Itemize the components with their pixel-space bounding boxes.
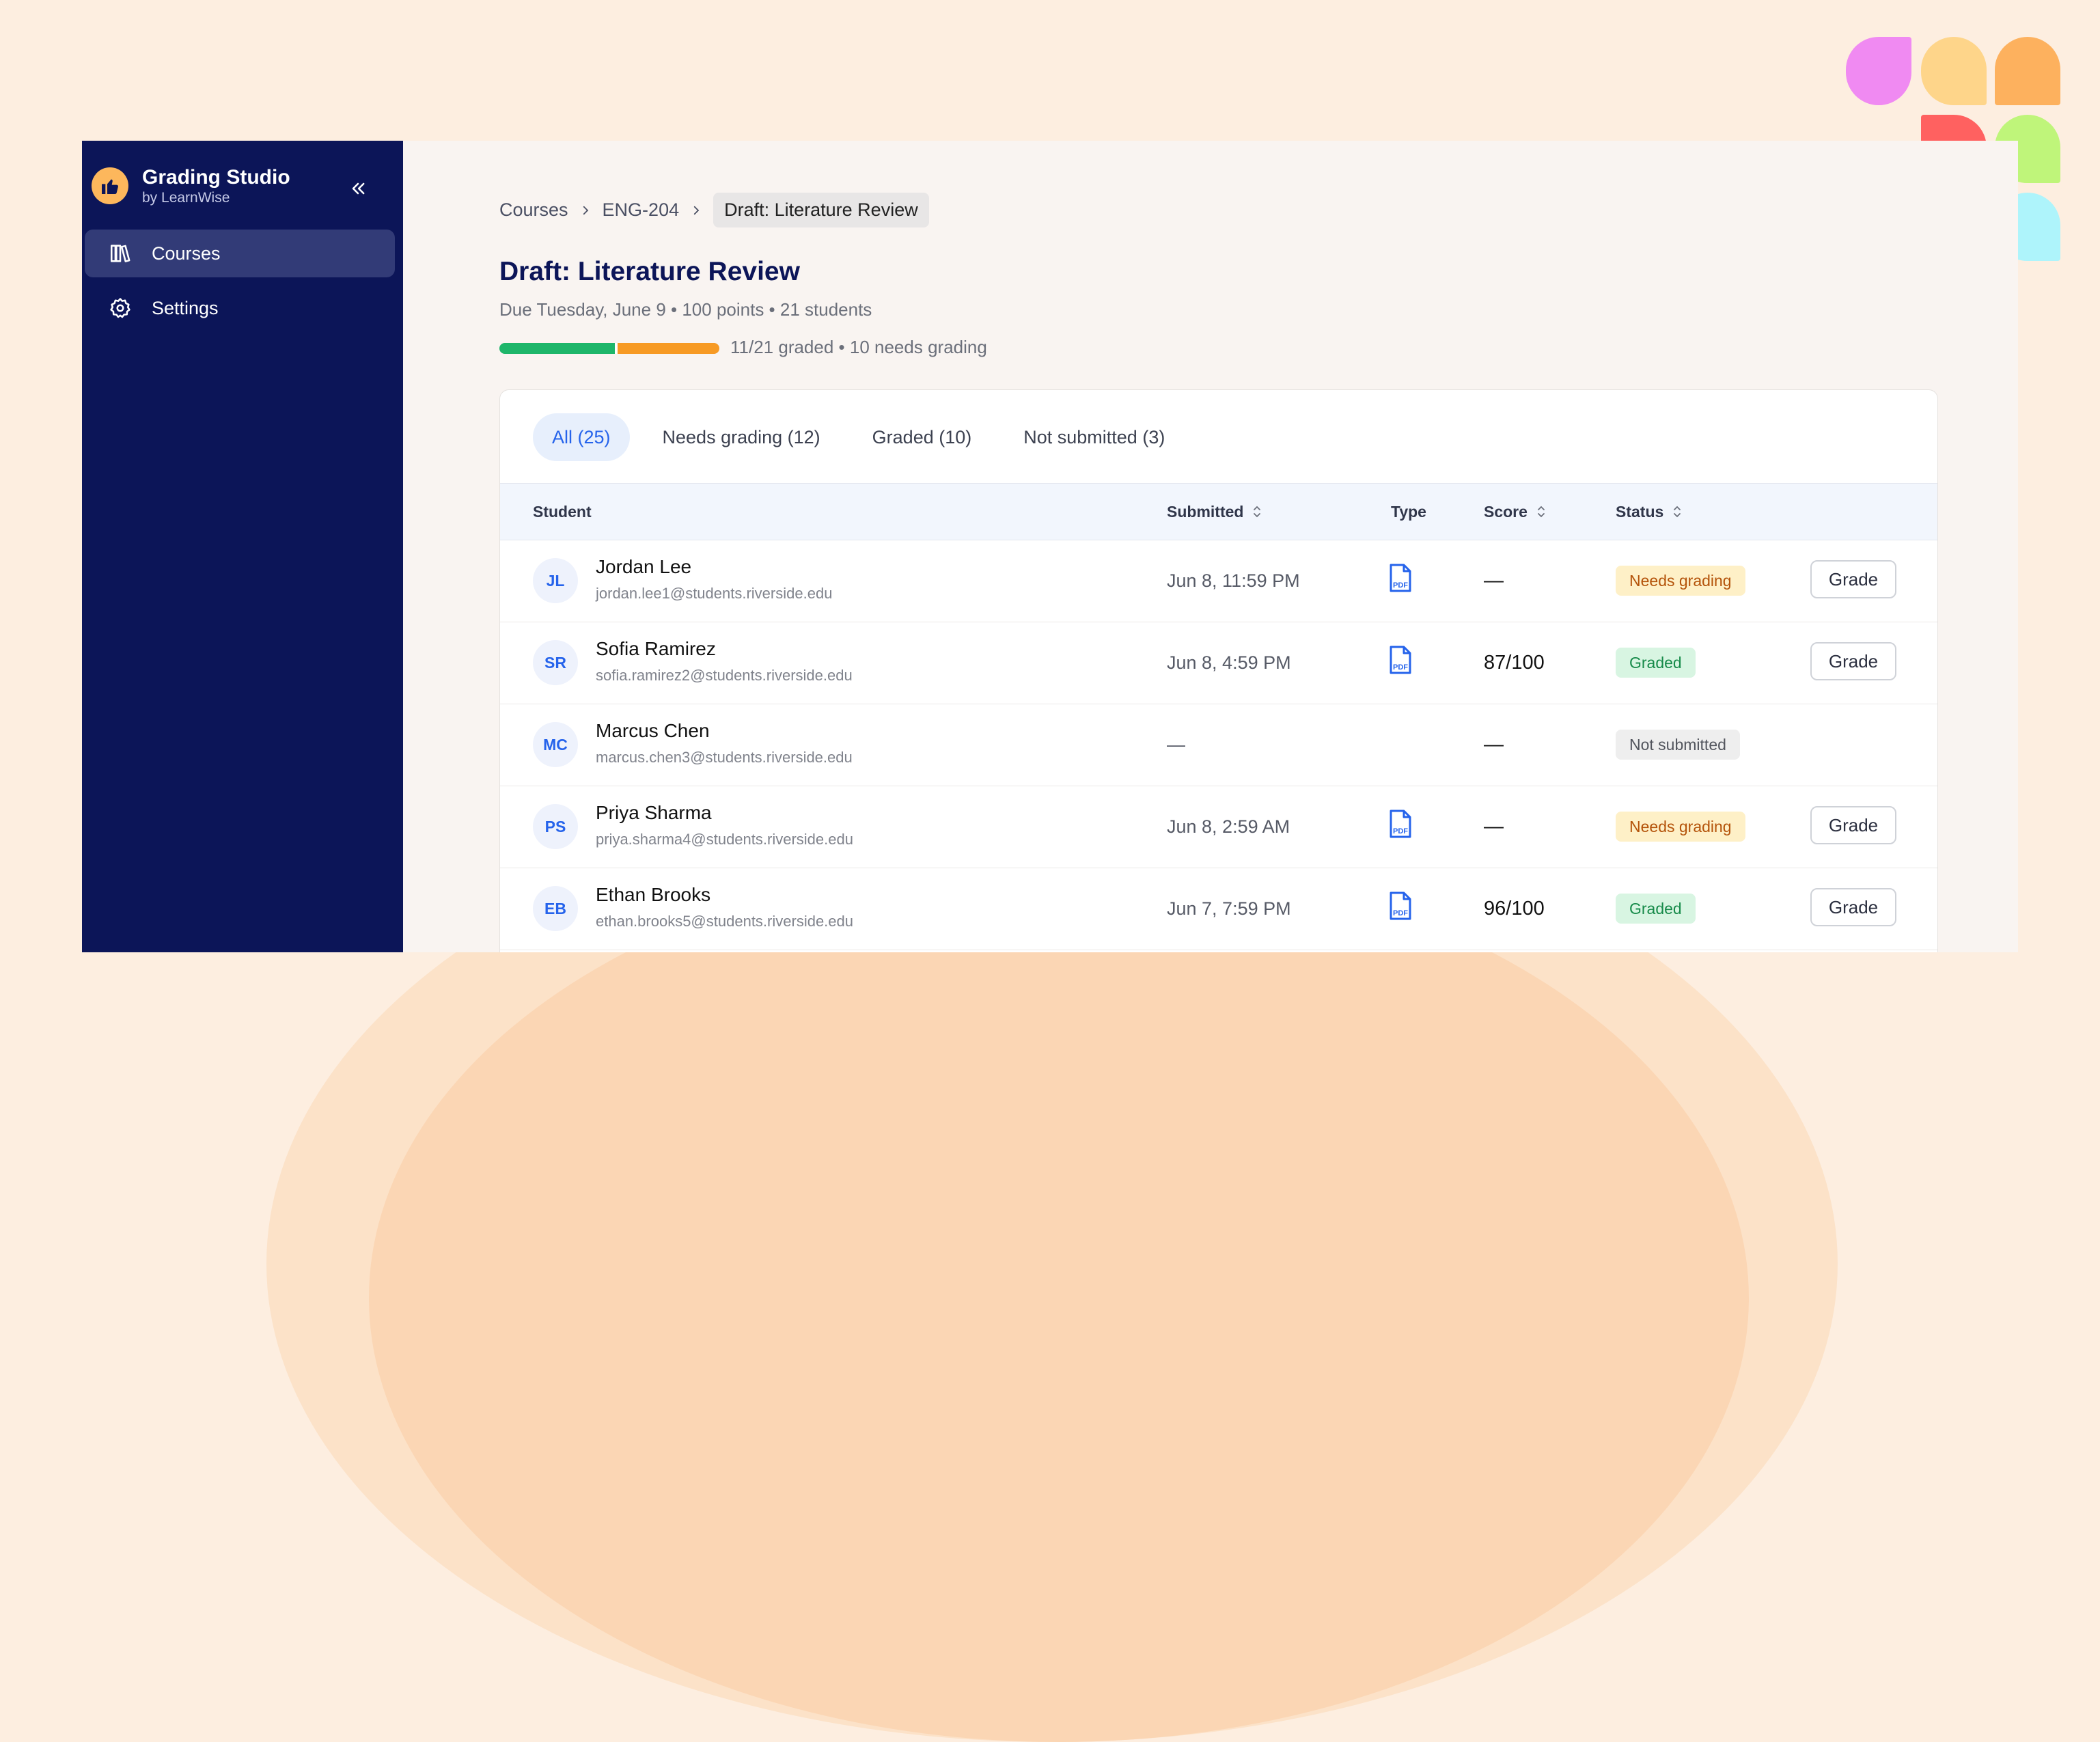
score: 96/100: [1484, 897, 1545, 920]
submitted-time: Jun 8, 2:59 AM: [1167, 816, 1290, 837]
table-row[interactable]: PS Priya Sharma priya.sharma4@students.r…: [500, 786, 1937, 868]
progress-text: 11/21 graded • 10 needs grading: [730, 337, 987, 357]
sort-icon: [1252, 504, 1262, 519]
svg-text:PDF: PDF: [1393, 663, 1408, 672]
sort-icon: [1536, 504, 1547, 519]
decor-petal-orange: [1995, 37, 2060, 105]
chevron-right-icon: [579, 204, 592, 217]
status-badge: Graded: [1616, 648, 1696, 678]
collapse-sidebar-button[interactable]: [342, 172, 374, 205]
decor-petal-yellow: [1921, 37, 1987, 105]
column-label: Status: [1616, 502, 1664, 521]
score: —: [1484, 569, 1504, 592]
table-header: Student Submitted Type Score Status: [500, 483, 1937, 540]
status-badge: Needs grading: [1616, 566, 1745, 596]
student-name: Jordan Lee: [596, 556, 692, 577]
table-row[interactable]: JL Jordan Lee jordan.lee1@students.river…: [500, 540, 1937, 622]
main-content: Courses ENG-204 Draft: Literature Review…: [403, 141, 2018, 952]
score: 87/100: [1484, 651, 1545, 674]
student-name: Sofia Ramirez: [596, 638, 716, 659]
column-label: Student: [533, 502, 592, 521]
sidebar: Grading Studio by LearnWise Courses Sett…: [82, 141, 403, 952]
submitted-time: Jun 8, 4:59 PM: [1167, 652, 1291, 673]
decor-petal-pink: [1846, 37, 1911, 105]
background-arc-inner: [369, 854, 1749, 1742]
pdf-file-icon[interactable]: PDF: [1388, 891, 1413, 921]
svg-text:PDF: PDF: [1393, 581, 1408, 590]
grade-button[interactable]: Grade: [1810, 888, 1896, 926]
sidebar-item-courses[interactable]: Courses: [85, 230, 395, 277]
sidebar-item-settings[interactable]: Settings: [85, 284, 395, 332]
app-window: Grading Studio by LearnWise Courses Sett…: [82, 141, 2018, 952]
student-name: Marcus Chen: [596, 720, 710, 741]
status-badge: Graded: [1616, 894, 1696, 924]
breadcrumb-courses[interactable]: Courses: [499, 199, 568, 221]
column-status[interactable]: Status: [1616, 484, 1683, 540]
submitted-time: Jun 7, 7:59 PM: [1167, 898, 1291, 919]
avatar: JL: [533, 558, 578, 603]
double-chevron-left-icon: [352, 182, 365, 195]
books-icon: [107, 240, 134, 267]
avatar: EB: [533, 886, 578, 931]
status-badge: Not submitted: [1616, 730, 1740, 760]
avatar: PS: [533, 804, 578, 849]
app-name: Grading Studio: [142, 166, 290, 189]
column-label: Submitted: [1167, 502, 1244, 521]
progress-graded-segment: [499, 343, 615, 354]
tab-all[interactable]: All (25): [533, 413, 630, 461]
grade-button[interactable]: Grade: [1810, 806, 1896, 844]
pdf-file-icon[interactable]: PDF: [1388, 645, 1413, 675]
sort-icon: [1672, 504, 1683, 519]
status-badge: Needs grading: [1616, 812, 1745, 842]
table-row[interactable]: EB Ethan Brooks ethan.brooks5@students.r…: [500, 868, 1937, 950]
tab-needs-grading[interactable]: Needs grading (12): [644, 413, 840, 461]
column-label: Score: [1484, 502, 1528, 521]
sidebar-item-label: Courses: [152, 243, 221, 264]
grade-button[interactable]: Grade: [1810, 560, 1896, 598]
student-email: ethan.brooks5@students.riverside.edu: [596, 913, 853, 930]
column-student: Student: [533, 484, 592, 540]
svg-text:PDF: PDF: [1393, 909, 1408, 917]
tab-graded[interactable]: Graded (10): [853, 413, 991, 461]
assignment-meta: Due Tuesday, June 9 • 100 points • 21 st…: [499, 299, 872, 320]
submissions-card: All (25) Needs grading (12) Graded (10) …: [499, 389, 1938, 952]
column-label: Type: [1391, 502, 1426, 521]
score: —: [1484, 815, 1504, 838]
page-title: Draft: Literature Review: [499, 257, 800, 286]
svg-text:PDF: PDF: [1393, 827, 1408, 835]
sidebar-item-label: Settings: [152, 297, 219, 318]
app-byline: by LearnWise: [142, 190, 230, 206]
avatar: SR: [533, 640, 578, 685]
student-email: marcus.chen3@students.riverside.edu: [596, 749, 853, 766]
table-row[interactable]: SR Sofia Ramirez sofia.ramirez2@students…: [500, 622, 1937, 704]
student-email: sofia.ramirez2@students.riverside.edu: [596, 667, 853, 684]
column-submitted[interactable]: Submitted: [1167, 484, 1262, 540]
breadcrumb-current: Draft: Literature Review: [713, 193, 929, 227]
filter-tabs: All (25) Needs grading (12) Graded (10) …: [533, 413, 1198, 461]
pdf-file-icon[interactable]: PDF: [1388, 809, 1413, 839]
submitted-time: Jun 8, 11:59 PM: [1167, 570, 1300, 591]
breadcrumb: Courses ENG-204 Draft: Literature Review: [499, 193, 929, 227]
student-name: Priya Sharma: [596, 802, 712, 823]
pdf-file-icon[interactable]: PDF: [1388, 563, 1413, 593]
breadcrumb-course[interactable]: ENG-204: [603, 199, 680, 221]
thumbs-up-logo-icon: [92, 167, 128, 204]
gear-icon: [107, 294, 134, 322]
column-score[interactable]: Score: [1484, 484, 1547, 540]
student-email: jordan.lee1@students.riverside.edu: [596, 585, 833, 602]
tab-not-submitted[interactable]: Not submitted (3): [1004, 413, 1184, 461]
student-name: Ethan Brooks: [596, 884, 711, 905]
brand: Grading Studio by LearnWise: [92, 165, 290, 206]
score: —: [1484, 733, 1504, 756]
column-type: Type: [1391, 484, 1426, 540]
avatar: MC: [533, 722, 578, 767]
grade-button[interactable]: Grade: [1810, 642, 1896, 680]
progress-pending-segment: [614, 343, 719, 354]
student-email: priya.sharma4@students.riverside.edu: [596, 831, 853, 848]
submitted-time: —: [1167, 734, 1185, 755]
table-row[interactable]: MC Marcus Chen marcus.chen3@students.riv…: [500, 704, 1937, 786]
chevron-right-icon: [690, 204, 702, 217]
grading-progress-bar: [499, 343, 719, 354]
